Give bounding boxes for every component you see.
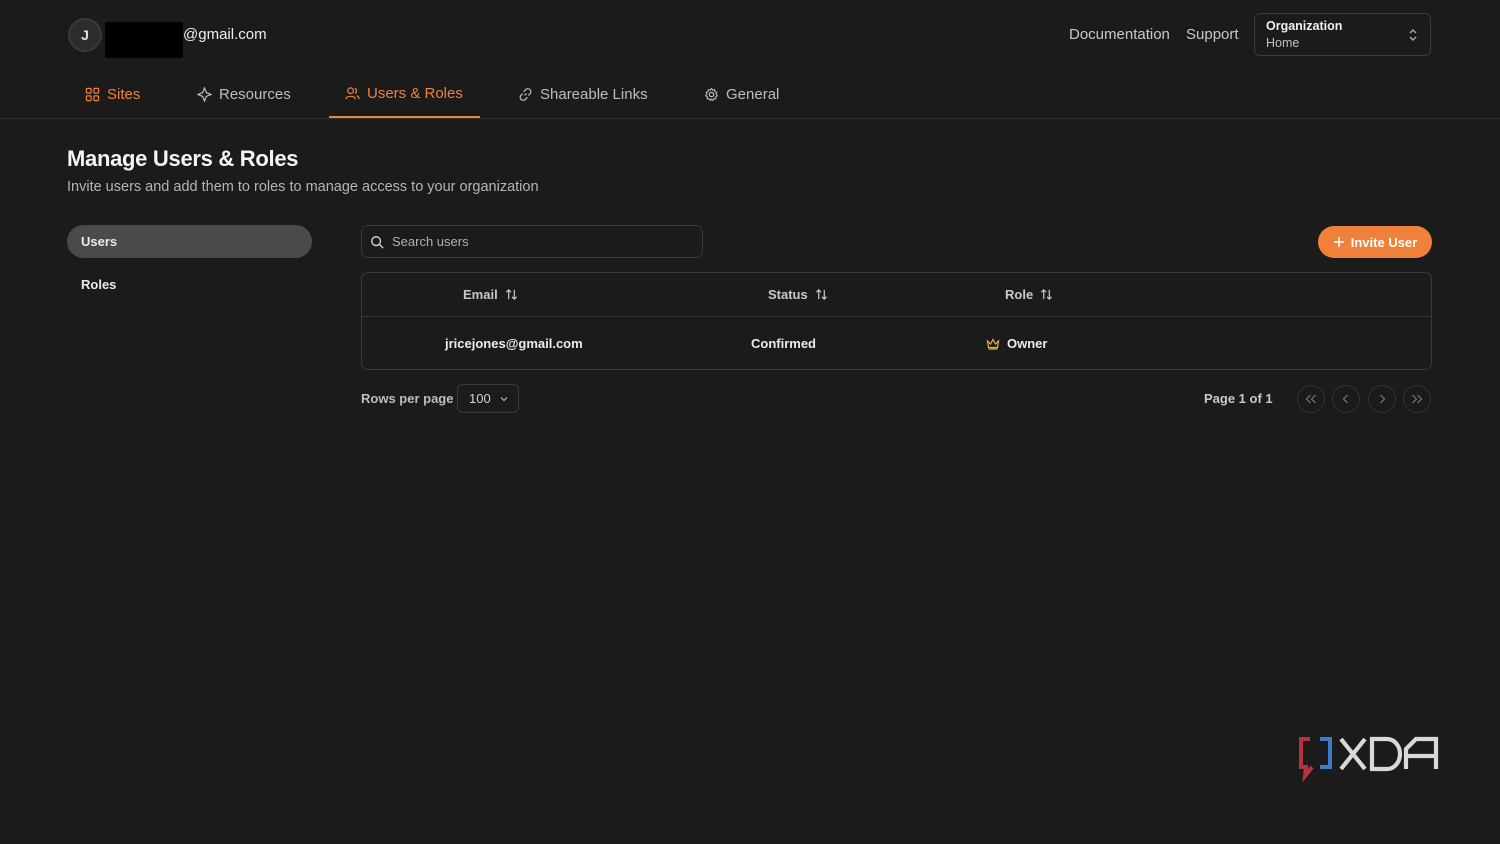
chevrons-left-icon xyxy=(1305,394,1316,404)
sites-icon xyxy=(85,87,100,101)
invite-user-button[interactable]: Invite User xyxy=(1318,226,1432,258)
users-icon xyxy=(345,86,360,99)
tab-resources-label: Resources xyxy=(219,85,291,103)
chevrons-right-icon xyxy=(1412,394,1423,404)
sidenav-item-users[interactable]: Users xyxy=(67,225,312,258)
first-page-button[interactable] xyxy=(1297,385,1325,413)
resources-icon xyxy=(197,86,212,102)
search-input[interactable] xyxy=(392,234,682,249)
row-status: Confirmed xyxy=(751,336,816,351)
link-icon xyxy=(519,87,532,101)
tab-users-roles-label: Users & Roles xyxy=(367,84,463,102)
search-icon xyxy=(371,235,384,249)
role-header-label: Role xyxy=(1005,287,1034,302)
role-column-header[interactable]: Role xyxy=(1005,287,1053,302)
chevron-down-icon xyxy=(500,396,508,401)
tab-shareable-links-label: Shareable Links xyxy=(540,85,648,103)
sort-icon xyxy=(1041,289,1053,300)
page-title: Manage Users & Roles xyxy=(67,146,299,171)
previous-page-button[interactable] xyxy=(1332,385,1360,413)
last-page-button[interactable] xyxy=(1403,385,1431,413)
tab-shareable-links[interactable]: Shareable Links xyxy=(502,70,664,118)
tab-sites-label: Sites xyxy=(107,85,141,103)
xda-logo xyxy=(1299,736,1439,782)
organization-selector[interactable]: Organization Home xyxy=(1254,13,1431,56)
documentation-link[interactable]: Documentation xyxy=(1069,26,1170,43)
chevron-left-icon xyxy=(1342,394,1348,404)
crown-icon xyxy=(986,337,1000,350)
support-link[interactable]: Support xyxy=(1186,26,1239,43)
row-email: jricejones@gmail.com xyxy=(445,336,583,351)
tab-general[interactable]: General xyxy=(688,70,795,118)
search-box xyxy=(361,225,703,258)
sidenav-roles-label: Roles xyxy=(81,277,117,292)
tab-resources[interactable]: Resources xyxy=(181,70,307,118)
page-subtitle: Invite users and add them to roles to ma… xyxy=(67,179,539,195)
next-page-button[interactable] xyxy=(1368,385,1396,413)
sort-icon xyxy=(815,289,827,300)
avatar[interactable]: J xyxy=(68,18,102,52)
gear-icon xyxy=(704,86,719,101)
chevron-right-icon xyxy=(1380,394,1386,404)
plus-icon xyxy=(1333,237,1344,247)
tab-general-label: General xyxy=(726,85,780,103)
redacted-email-block xyxy=(105,22,183,58)
main-tabs: Sites Resources Users & Roles Shareable … xyxy=(0,70,1500,119)
organization-value: Home xyxy=(1266,36,1300,50)
table-header: Email Status Role xyxy=(362,273,1431,317)
chevron-up-down-icon xyxy=(1409,29,1417,41)
organization-label: Organization xyxy=(1266,19,1343,33)
row-role: Owner xyxy=(986,336,1047,351)
top-bar: J @gmail.com Documentation Support Organ… xyxy=(0,0,1500,70)
rows-per-page-label: Rows per page xyxy=(361,391,454,406)
invite-user-label: Invite User xyxy=(1350,234,1418,250)
row-role-label: Owner xyxy=(1007,336,1048,351)
status-column-header[interactable]: Status xyxy=(768,287,828,302)
user-email: @gmail.com xyxy=(183,26,267,43)
rows-per-page-select[interactable]: 100 xyxy=(457,384,519,413)
email-column-header[interactable]: Email xyxy=(463,287,518,302)
page-info: Page 1 of 1 xyxy=(1204,391,1273,406)
tab-sites[interactable]: Sites xyxy=(69,70,156,118)
rows-per-page-value: 100 xyxy=(469,391,491,406)
sort-icon xyxy=(505,289,517,300)
tab-users-roles[interactable]: Users & Roles xyxy=(329,70,480,118)
email-header-label: Email xyxy=(463,287,498,302)
sidenav-users-label: Users xyxy=(81,234,118,249)
sidenav-item-roles[interactable]: Roles xyxy=(67,268,312,301)
status-header-label: Status xyxy=(768,287,808,302)
users-table: Email Status Role jricejones@gmail.com C… xyxy=(361,272,1432,370)
